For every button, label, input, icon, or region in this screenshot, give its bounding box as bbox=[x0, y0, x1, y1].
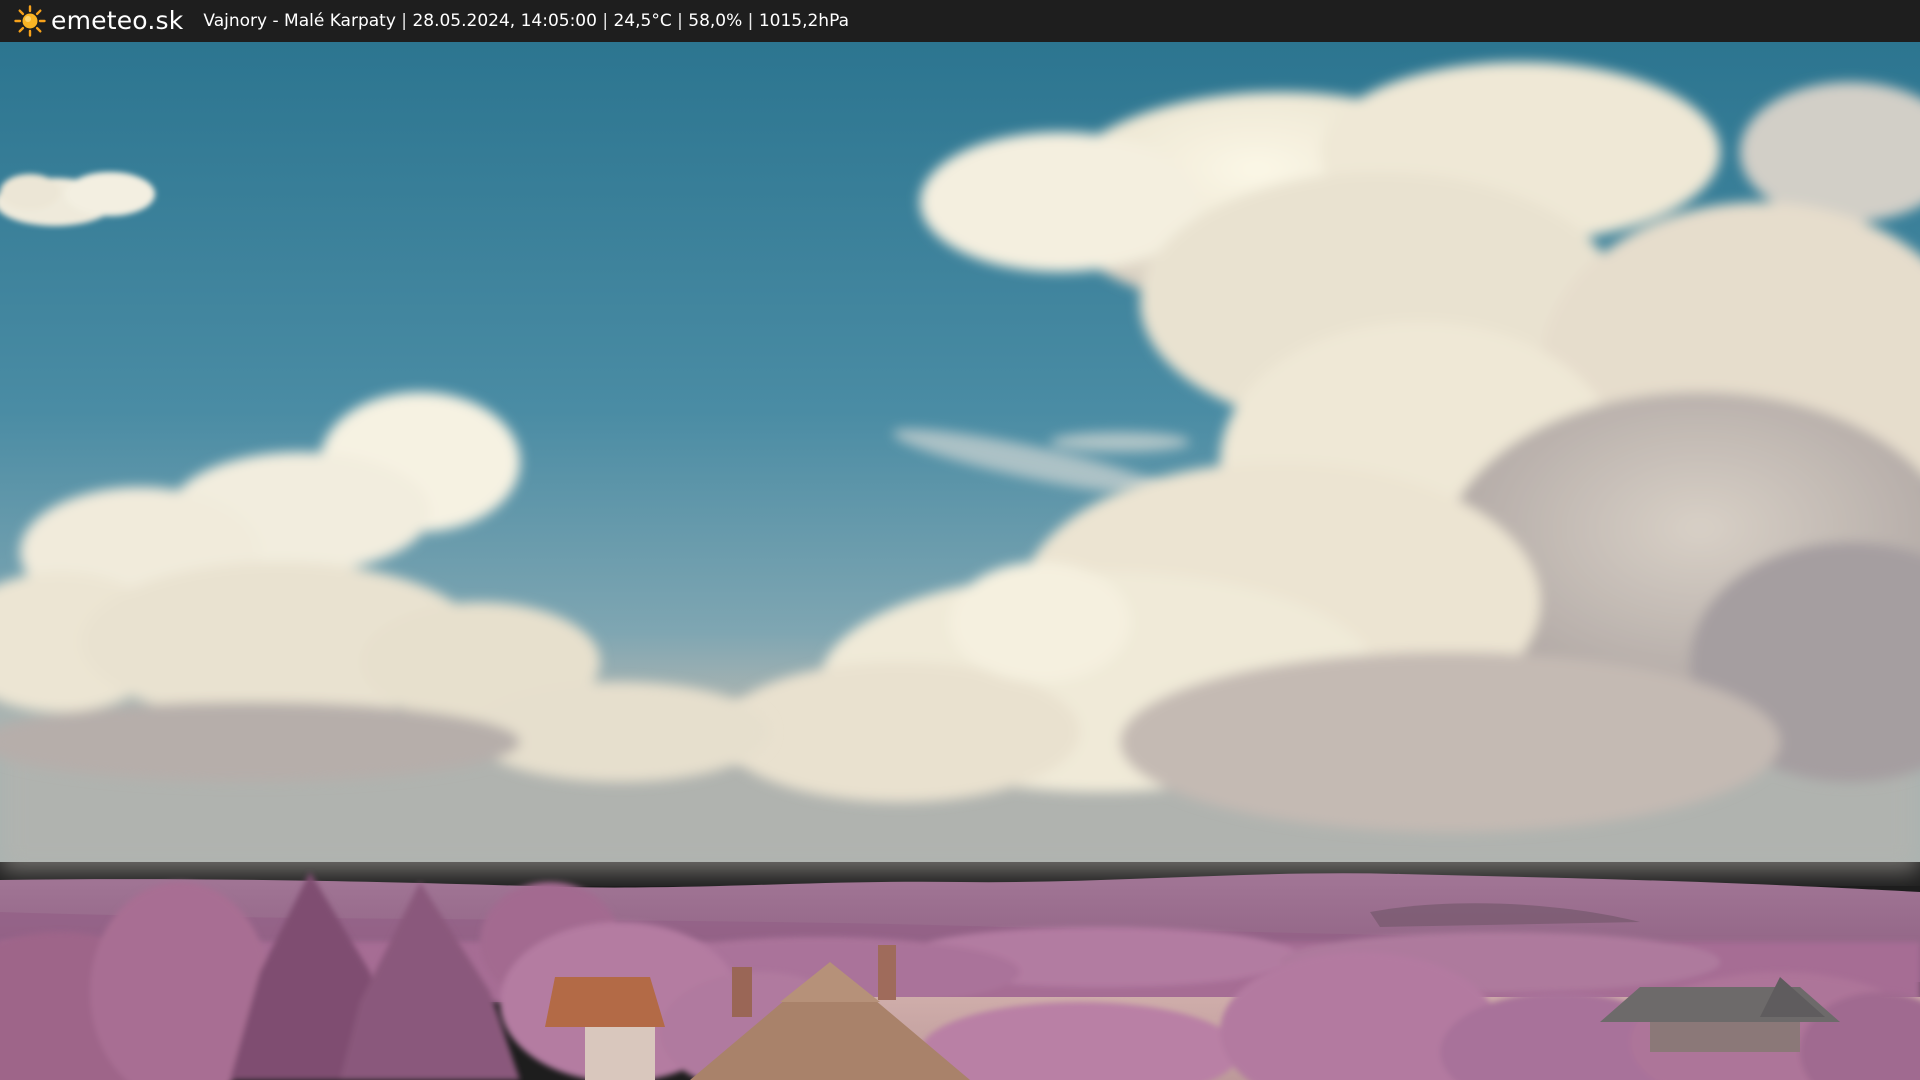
separator: | bbox=[395, 11, 413, 31]
webcam-header-bar: emeteo.sk Vajnory - Malé Karpaty | 28.05… bbox=[0, 0, 1920, 42]
webcam-image bbox=[0, 42, 1920, 1080]
datetime-text: 28.05.2024, 14:05:00 bbox=[412, 11, 597, 31]
pressure-text: 1015,2hPa bbox=[758, 11, 849, 31]
temperature-text: 24,5°C bbox=[613, 11, 672, 31]
site-name: emeteo.sk bbox=[51, 6, 184, 35]
weather-info-line: Vajnory - Malé Karpaty | 28.05.2024, 14:… bbox=[203, 0, 849, 42]
brand-logo[interactable]: emeteo.sk bbox=[14, 0, 183, 42]
separator: | bbox=[596, 11, 614, 31]
sun-icon bbox=[14, 5, 46, 37]
separator: | bbox=[671, 11, 689, 31]
location-text: Vajnory - Malé Karpaty bbox=[203, 11, 396, 31]
humidity-text: 58,0% bbox=[688, 11, 743, 31]
separator: | bbox=[742, 11, 759, 31]
